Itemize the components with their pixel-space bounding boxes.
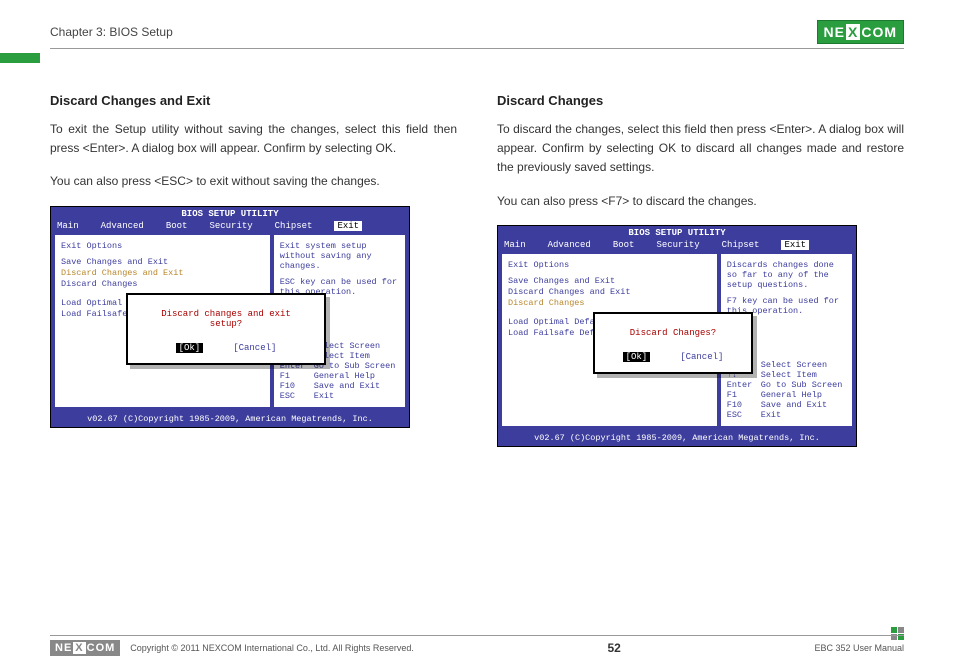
bios-footer: v02.67 (C)Copyright 1985-2009, American … [498,430,856,446]
dialog-ok-button[interactable]: [Ok] [176,343,204,353]
bios-tab-exit[interactable]: Exit [334,221,362,231]
dialog-cancel-button[interactable]: [Cancel] [233,343,276,353]
confirm-dialog: Discard changes and exit setup? [Ok] [Ca… [126,293,326,365]
dialog-message: Discard changes and exit setup? [148,309,304,329]
menu-discard[interactable]: Discard Changes [61,279,264,290]
bios-tab-boot[interactable]: Boot [166,221,188,231]
bios-tab-advanced[interactable]: Advanced [548,240,591,250]
menu-discard[interactable]: Discard Changes [508,298,711,309]
bios-tab-exit[interactable]: Exit [781,240,809,250]
paragraph: You can also press <F7> to discard the c… [497,192,904,211]
bios-title: BIOS SETUP UTILITY [498,226,856,240]
confirm-dialog: Discard Changes? [Ok] [Cancel] [593,312,753,374]
paragraph: To exit the Setup utility without saving… [50,120,457,158]
left-column: Discard Changes and Exit To exit the Set… [50,93,457,447]
page-number: 52 [608,641,621,655]
bios-screenshot-right: BIOS SETUP UTILITY Main Advanced Boot Se… [497,225,857,447]
bios-tab-security[interactable]: Security [656,240,699,250]
right-column: Discard Changes To discard the changes, … [497,93,904,447]
accent-bar [0,53,40,63]
bios-title: BIOS SETUP UTILITY [51,207,409,221]
bios-exit-heading: Exit Options [61,241,264,251]
dialog-ok-button[interactable]: [Ok] [623,352,651,362]
bios-footer: v02.67 (C)Copyright 1985-2009, American … [51,411,409,427]
paragraph: To discard the changes, select this fiel… [497,120,904,178]
section-title-right: Discard Changes [497,93,904,108]
bios-tab-security[interactable]: Security [209,221,252,231]
footer-brand-logo: NEXCOM [50,640,120,656]
bios-tab-chipset[interactable]: Chipset [722,240,760,250]
manual-name: EBC 352 User Manual [814,643,904,653]
bios-exit-heading: Exit Options [508,260,711,270]
menu-discard-exit[interactable]: Discard Changes and Exit [508,287,711,298]
bios-screenshot-left: BIOS SETUP UTILITY Main Advanced Boot Se… [50,206,410,428]
bios-tab-boot[interactable]: Boot [613,240,635,250]
brand-logo: NEXCOM [817,20,904,44]
section-title-left: Discard Changes and Exit [50,93,457,108]
menu-save-exit[interactable]: Save Changes and Exit [508,276,711,287]
bios-tabs: Main Advanced Boot Security Chipset Exit [51,221,409,231]
bios-tab-chipset[interactable]: Chipset [275,221,313,231]
copyright-text: Copyright © 2011 NEXCOM International Co… [130,643,414,653]
bios-tab-main[interactable]: Main [504,240,526,250]
bios-tabs: Main Advanced Boot Security Chipset Exit [498,240,856,250]
dialog-message: Discard Changes? [615,328,731,338]
menu-discard-exit[interactable]: Discard Changes and Exit [61,268,264,279]
dialog-cancel-button[interactable]: [Cancel] [680,352,723,362]
menu-save-exit[interactable]: Save Changes and Exit [61,257,264,268]
bios-help-text: Exit system setup without saving any cha… [280,241,399,271]
chapter-title: Chapter 3: BIOS Setup [50,25,173,39]
bios-tab-advanced[interactable]: Advanced [101,221,144,231]
bios-tab-main[interactable]: Main [57,221,79,231]
paragraph: You can also press <ESC> to exit without… [50,172,457,191]
bios-help-text: Discards changes done so far to any of t… [727,260,846,290]
